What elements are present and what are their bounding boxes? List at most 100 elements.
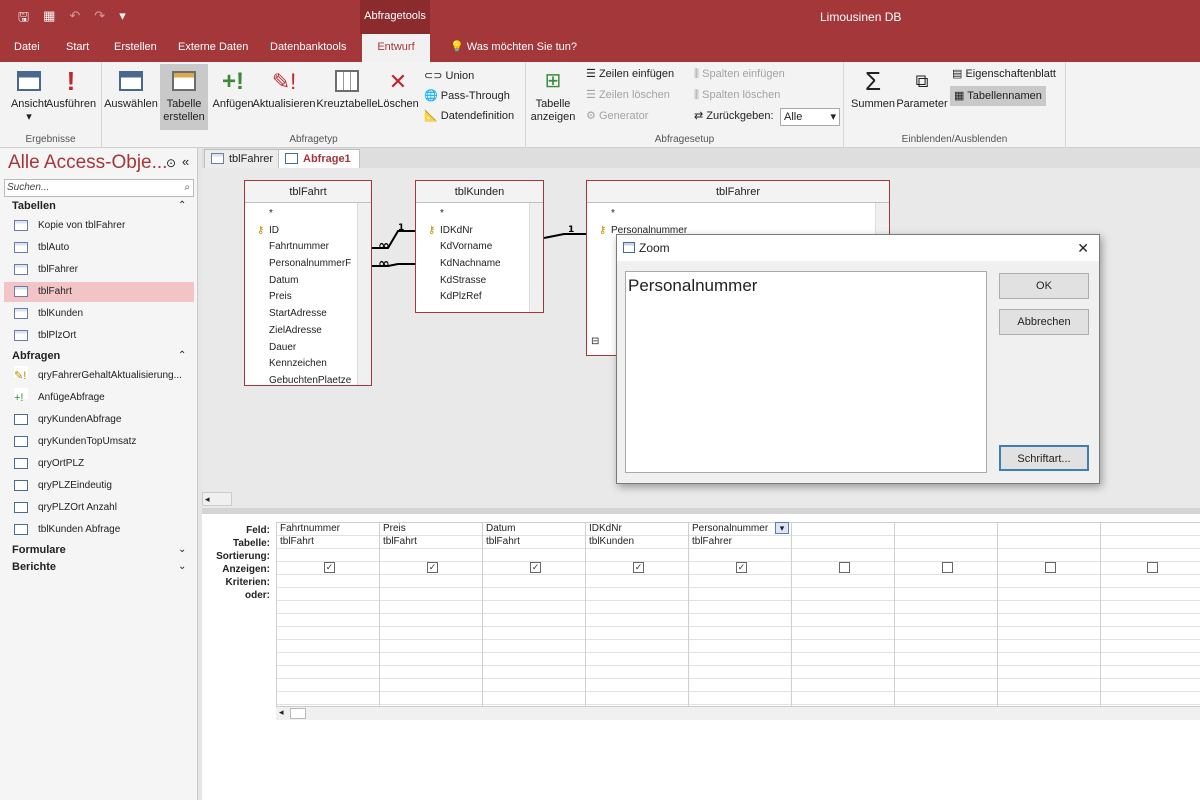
- show-checkbox-unchecked[interactable]: [839, 562, 850, 573]
- grid-cell-table[interactable]: tblKunden: [586, 535, 688, 548]
- zeilen-loeschen-button[interactable]: ☰ Zeilen löschen: [586, 85, 670, 105]
- field-list-tblkunden[interactable]: tblKunden * ⚷ IDKdNr KdVorname KdNachname…: [415, 180, 544, 313]
- tabelle-erstellen-button[interactable]: Tabelle erstellen: [160, 64, 208, 130]
- nav-item-query[interactable]: qryPLZOrt Anzahl: [4, 498, 194, 518]
- grid-column-empty[interactable]: [997, 522, 1100, 714]
- grid-column[interactable]: Datum tblFahrt ✓: [482, 522, 585, 714]
- tab-entwurf[interactable]: Entwurf: [362, 34, 430, 62]
- doc-tab-abfrage1[interactable]: Abfrage1: [278, 149, 360, 168]
- grid-column-empty[interactable]: [1100, 522, 1200, 714]
- grid-cell-sort[interactable]: [895, 548, 997, 561]
- field-dropdown-icon[interactable]: ▾: [775, 522, 789, 534]
- grid-cell-sort[interactable]: [277, 548, 379, 561]
- grid-cell-table[interactable]: [998, 535, 1100, 548]
- nav-section-abfragen[interactable]: Abfragen: [12, 350, 60, 362]
- zoom-textarea[interactable]: Personalnummer: [625, 271, 987, 473]
- show-checkbox-checked[interactable]: ✓: [633, 562, 644, 573]
- field-item[interactable]: Preis: [245, 289, 359, 306]
- field-item[interactable]: StartAdresse: [245, 306, 359, 323]
- grid-cell-table[interactable]: tblFahrt: [380, 535, 482, 548]
- field-list-tblfahrt[interactable]: tblFahrt * ⚷ ID Fahrtnummer Personalnumme…: [244, 180, 372, 386]
- nav-item-query[interactable]: ✎! qryFahrerGehaltAktualisierung...: [4, 366, 194, 386]
- nav-item-table[interactable]: tblFahrer: [4, 260, 194, 280]
- nav-menu-icon[interactable]: ⊙: [166, 156, 176, 170]
- doc-tab-tblfahrer[interactable]: tblFahrer: [204, 149, 283, 168]
- nav-item-table[interactable]: tblKunden: [4, 304, 194, 324]
- generator-button[interactable]: ⚙ Generator: [586, 106, 648, 126]
- nav-title[interactable]: Alle Access-Obje...: [8, 152, 167, 174]
- field-item[interactable]: KdVorname: [416, 239, 543, 256]
- grid-column[interactable]: IDKdNr tblKunden ✓: [585, 522, 688, 714]
- designer-hscroll[interactable]: ◂: [202, 492, 232, 506]
- field-item[interactable]: ZielAdresse: [245, 323, 359, 340]
- nav-section-tabellen[interactable]: Tabellen: [12, 200, 56, 212]
- grid-cell-field[interactable]: [1101, 522, 1200, 535]
- grid-cell-sort[interactable]: [586, 548, 688, 561]
- tab-datei[interactable]: Datei: [4, 34, 50, 62]
- field-item-key[interactable]: ⚷ ID: [245, 223, 359, 240]
- field-list-scrollbar[interactable]: [357, 203, 371, 385]
- save-icon[interactable]: 🖫: [18, 8, 29, 30]
- nav-item-table[interactable]: Kopie von tblFahrer: [4, 216, 194, 236]
- redo-icon[interactable]: ↷: [94, 8, 105, 30]
- show-checkbox-checked[interactable]: ✓: [324, 562, 335, 573]
- field-list-title[interactable]: tblFahrt: [245, 181, 371, 203]
- union-button[interactable]: ⊂⊃ Union: [424, 66, 474, 86]
- tell-me-box[interactable]: 💡 Was möchten Sie tun?: [440, 34, 587, 62]
- ausfuehren-button[interactable]: ! Ausführen: [44, 64, 98, 128]
- grid-column-active[interactable]: Personalnummer ▾ tblFahrer ✓: [688, 522, 791, 714]
- nav-item-query[interactable]: qryPLZEindeutig: [4, 476, 194, 496]
- grid-hscroll[interactable]: ◂: [276, 706, 1200, 720]
- grid-cell-table[interactable]: [895, 535, 997, 548]
- tabellennamen-button[interactable]: ▦ Tabellennamen: [950, 86, 1046, 106]
- field-item-key[interactable]: ⚷ IDKdNr: [416, 223, 543, 240]
- nav-item-table[interactable]: tblPlzOrt: [4, 326, 194, 346]
- field-item[interactable]: Fahrtnummer: [245, 239, 359, 256]
- table-view-icon[interactable]: ▦: [43, 8, 55, 30]
- show-checkbox-unchecked[interactable]: [1045, 562, 1056, 573]
- pass-through-button[interactable]: 🌐 Pass-Through: [424, 86, 510, 106]
- tab-start[interactable]: Start: [56, 34, 99, 62]
- undo-icon[interactable]: ↶: [69, 8, 80, 30]
- field-list-title[interactable]: tblFahrer: [587, 181, 889, 203]
- grid-cell-field[interactable]: [792, 522, 894, 535]
- show-checkbox-checked[interactable]: ✓: [736, 562, 747, 573]
- grid-cell-sort[interactable]: [998, 548, 1100, 561]
- ok-button[interactable]: OK: [999, 273, 1089, 299]
- schriftart-button[interactable]: Schriftart...: [999, 445, 1089, 471]
- spalten-loeschen-button[interactable]: ⫼ Spalten löschen: [694, 85, 780, 105]
- scroll-left-icon[interactable]: ◂: [279, 707, 284, 718]
- field-item[interactable]: *: [416, 206, 543, 223]
- field-item[interactable]: KdPlzRef: [416, 289, 543, 306]
- expand-icon[interactable]: ⌄: [178, 561, 186, 572]
- parameter-button[interactable]: ⧉ Parameter: [896, 64, 948, 128]
- field-list-scrollbar[interactable]: [529, 203, 543, 312]
- grid-column[interactable]: Fahrtnummer tblFahrt ✓: [276, 522, 379, 714]
- show-checkbox-unchecked[interactable]: [942, 562, 953, 573]
- auswaehlen-button[interactable]: Auswählen: [104, 64, 158, 128]
- loeschen-button[interactable]: ✕ Löschen: [376, 64, 420, 128]
- tab-datenbanktools[interactable]: Datenbanktools: [260, 34, 356, 62]
- nav-item-query[interactable]: +! AnfügeAbfrage: [4, 388, 194, 408]
- grid-column[interactable]: Preis tblFahrt ✓: [379, 522, 482, 714]
- nav-section-berichte[interactable]: Berichte: [12, 561, 56, 573]
- nav-item-query[interactable]: tblKunden Abfrage: [4, 520, 194, 540]
- grid-cell-field[interactable]: [998, 522, 1100, 535]
- nav-search-input[interactable]: Suchen... ⌕: [4, 179, 194, 197]
- close-icon[interactable]: ✕: [1077, 235, 1089, 261]
- tabelle-anzeigen-button[interactable]: ⊞ Tabelle anzeigen: [528, 64, 578, 128]
- grid-cell-field[interactable]: Preis: [380, 522, 482, 535]
- aktualisieren-button[interactable]: ✎! Aktualisieren: [252, 64, 316, 128]
- field-item[interactable]: *: [587, 206, 889, 223]
- grid-cell-table[interactable]: [1101, 535, 1200, 548]
- field-item[interactable]: Dauer: [245, 340, 359, 357]
- grid-cell-table[interactable]: [792, 535, 894, 548]
- field-item[interactable]: KdStrasse: [416, 273, 543, 290]
- grid-cell-field[interactable]: IDKdNr: [586, 522, 688, 535]
- search-icon[interactable]: ⌕: [184, 180, 190, 196]
- grid-cell-field[interactable]: [895, 522, 997, 535]
- field-item[interactable]: Kennzeichen: [245, 356, 359, 373]
- grid-cell-sort[interactable]: [689, 548, 791, 561]
- nav-item-query[interactable]: qryKundenAbfrage: [4, 410, 194, 430]
- collapse-box-icon[interactable]: ⊟: [591, 336, 599, 347]
